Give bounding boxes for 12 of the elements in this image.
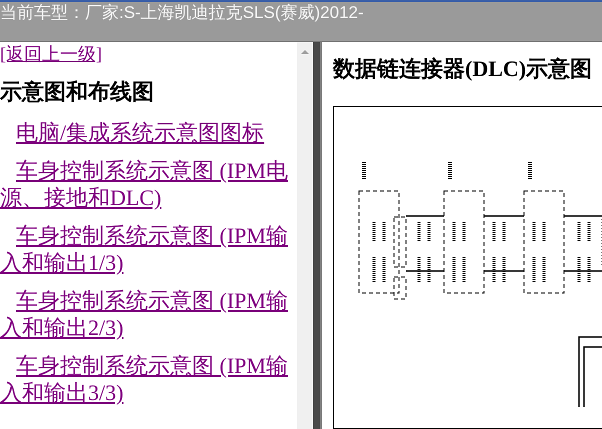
diagram-link[interactable]: 电脑/集成系统示意图图标 [0,119,297,146]
diagram-link[interactable]: 车身控制系统示意图 (IPM输入和输出2/3) [0,287,297,341]
scrollbar[interactable] [297,42,313,429]
diagram-title: 数据链连接器(DLC)示意图 [333,56,594,82]
scroll-up-icon[interactable] [301,50,309,54]
diagram-link[interactable]: 车身控制系统示意图 (IPM电源、接地和DLC) [0,157,297,211]
diagram-link[interactable]: 车身控制系统示意图 (IPM输入和输出3/3) [0,352,297,406]
section-heading: 示意图和布线图 [0,79,155,105]
window-title: 当前车型：厂家:S-上海凯迪拉克SLS(赛威)2012- [0,2,365,24]
back-link[interactable]: [返回上一级] [0,43,102,65]
diagram-link[interactable]: 车身控制系统示意图 (IPM输入和输出1/3) [0,222,297,276]
pane-splitter[interactable] [313,42,320,429]
